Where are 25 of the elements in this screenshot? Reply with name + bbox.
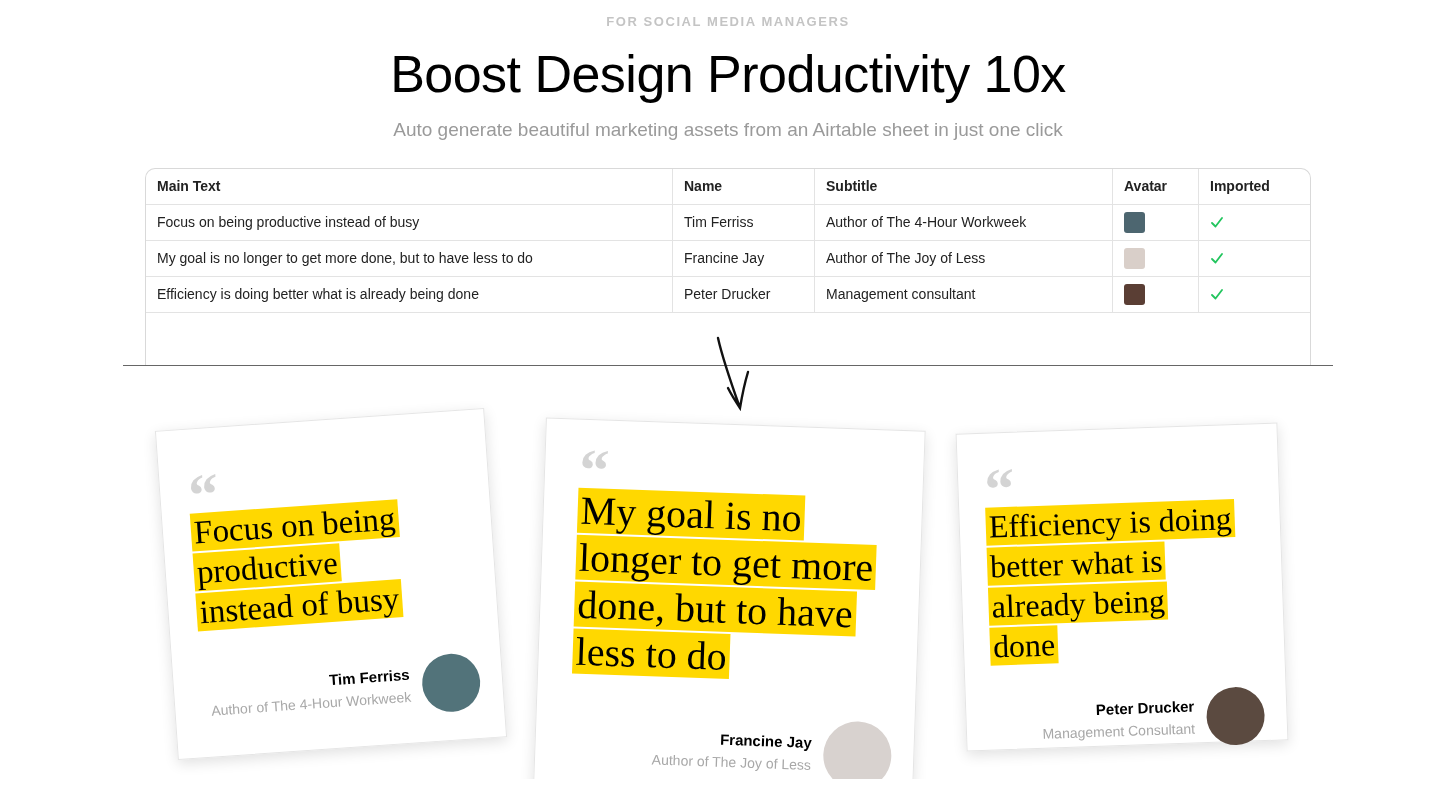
table-cell-text: Focus on being productive instead of busy — [157, 213, 420, 232]
column-header: Imported — [1210, 177, 1270, 196]
page-subtitle: Auto generate beautiful marketing assets from an Airtable sheet in just one click — [393, 117, 1063, 142]
author-name: Francine Jay — [719, 730, 813, 754]
author-subtitle: Management Consultant — [1042, 719, 1196, 744]
page-title: Boost Design Productivity 10x — [390, 43, 1066, 104]
table-cell-text: Author of The 4-Hour Workweek — [826, 213, 1027, 232]
column-header: Main Text — [157, 177, 221, 196]
avatar-thumbnail — [1124, 248, 1145, 269]
column-header: Avatar — [1124, 177, 1168, 196]
table-cell-text: Tim Ferriss — [684, 213, 754, 232]
column-header: Name — [684, 177, 723, 196]
table-cell-text: Author of The Joy of Less — [826, 249, 986, 268]
table-cell-text: My goal is no longer to get more done, but to have less to do — [157, 249, 533, 268]
eyebrow-label: FOR SOCIAL MEDIA MANAGERS — [606, 13, 850, 31]
quote-mark: “ — [983, 462, 1016, 500]
table-cell-text: Efficiency is doing better what is already being done — [157, 285, 479, 304]
avatar-thumbnail — [1124, 284, 1145, 305]
author-subtitle: Author of The Joy of Less — [651, 751, 812, 775]
avatar-thumbnail — [1124, 212, 1145, 233]
table-cell-text: Francine Jay — [684, 249, 765, 268]
author-name: Peter Drucker — [1095, 696, 1195, 721]
table-cell-text: Management consultant — [826, 285, 976, 304]
column-header: Subtitle — [826, 177, 878, 196]
table-cell-text: Peter Drucker — [684, 285, 771, 304]
